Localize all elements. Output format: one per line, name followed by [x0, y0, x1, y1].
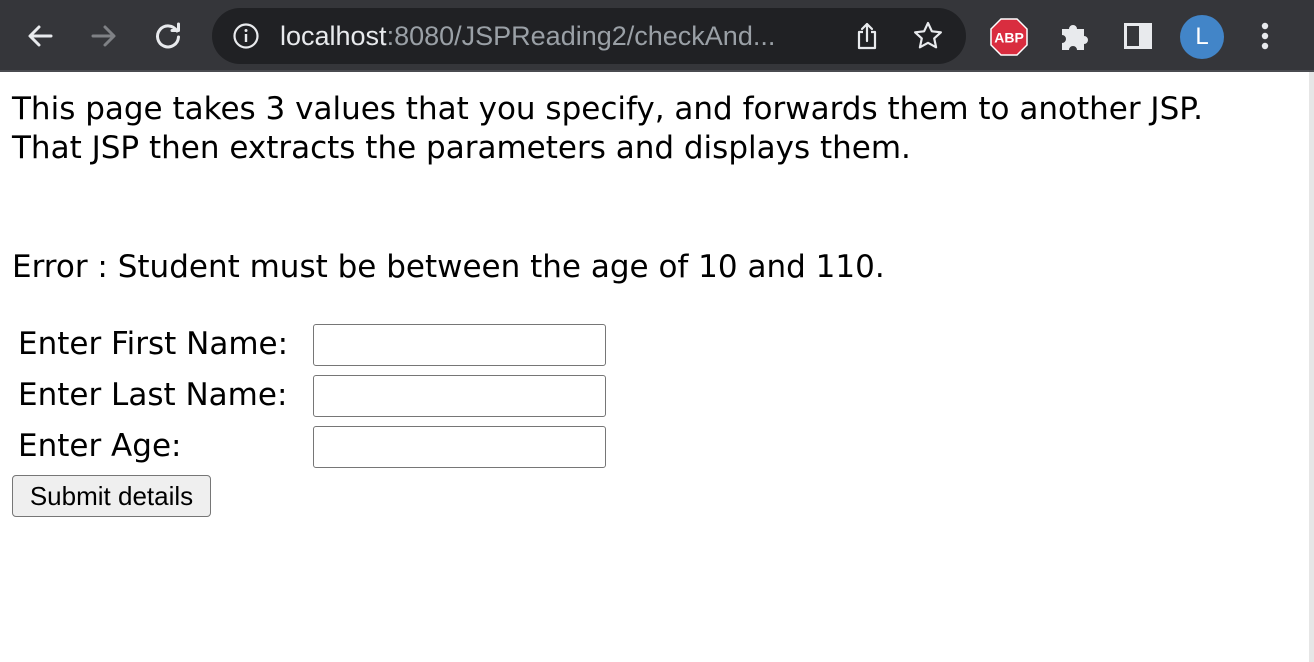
url-path: :8080/JSPReading2/checkAnd... [386, 21, 776, 51]
forward-arrow-icon[interactable] [84, 16, 124, 56]
adblock-icon[interactable]: ABP [990, 18, 1028, 56]
error-message: Error : Student must be between the age … [12, 249, 885, 285]
last-name-input[interactable] [313, 375, 606, 417]
url-host: localhost [280, 21, 387, 51]
scrollbar-edge [1309, 72, 1314, 662]
age-label: Enter Age: [18, 428, 182, 464]
share-icon[interactable] [852, 21, 882, 51]
puzzle-icon[interactable] [1056, 18, 1092, 54]
submit-button[interactable]: Submit details [12, 475, 211, 517]
back-arrow-icon[interactable] [20, 16, 60, 56]
profile-avatar[interactable]: L [1180, 15, 1224, 59]
intro-text: This page takes 3 values that you specif… [12, 91, 1203, 166]
adblock-badge-text: ABP [994, 30, 1024, 46]
address-bar[interactable]: localhost:8080/JSPReading2/checkAnd... [212, 8, 966, 64]
kebab-menu-icon[interactable] [1250, 18, 1280, 54]
first-name-input[interactable] [313, 324, 606, 366]
page-content: This page takes 3 values that you specif… [12, 90, 1302, 517]
star-icon[interactable] [912, 20, 944, 52]
side-panel-icon[interactable] [1122, 20, 1154, 52]
info-icon[interactable] [232, 22, 260, 50]
url-text[interactable]: localhost:8080/JSPReading2/checkAnd... [280, 21, 775, 51]
first-name-label: Enter First Name: [18, 326, 289, 362]
age-input[interactable] [313, 426, 606, 468]
last-name-label: Enter Last Name: [18, 377, 288, 413]
browser-toolbar: localhost:8080/JSPReading2/checkAnd... A… [0, 0, 1314, 72]
reload-icon[interactable] [148, 16, 188, 56]
